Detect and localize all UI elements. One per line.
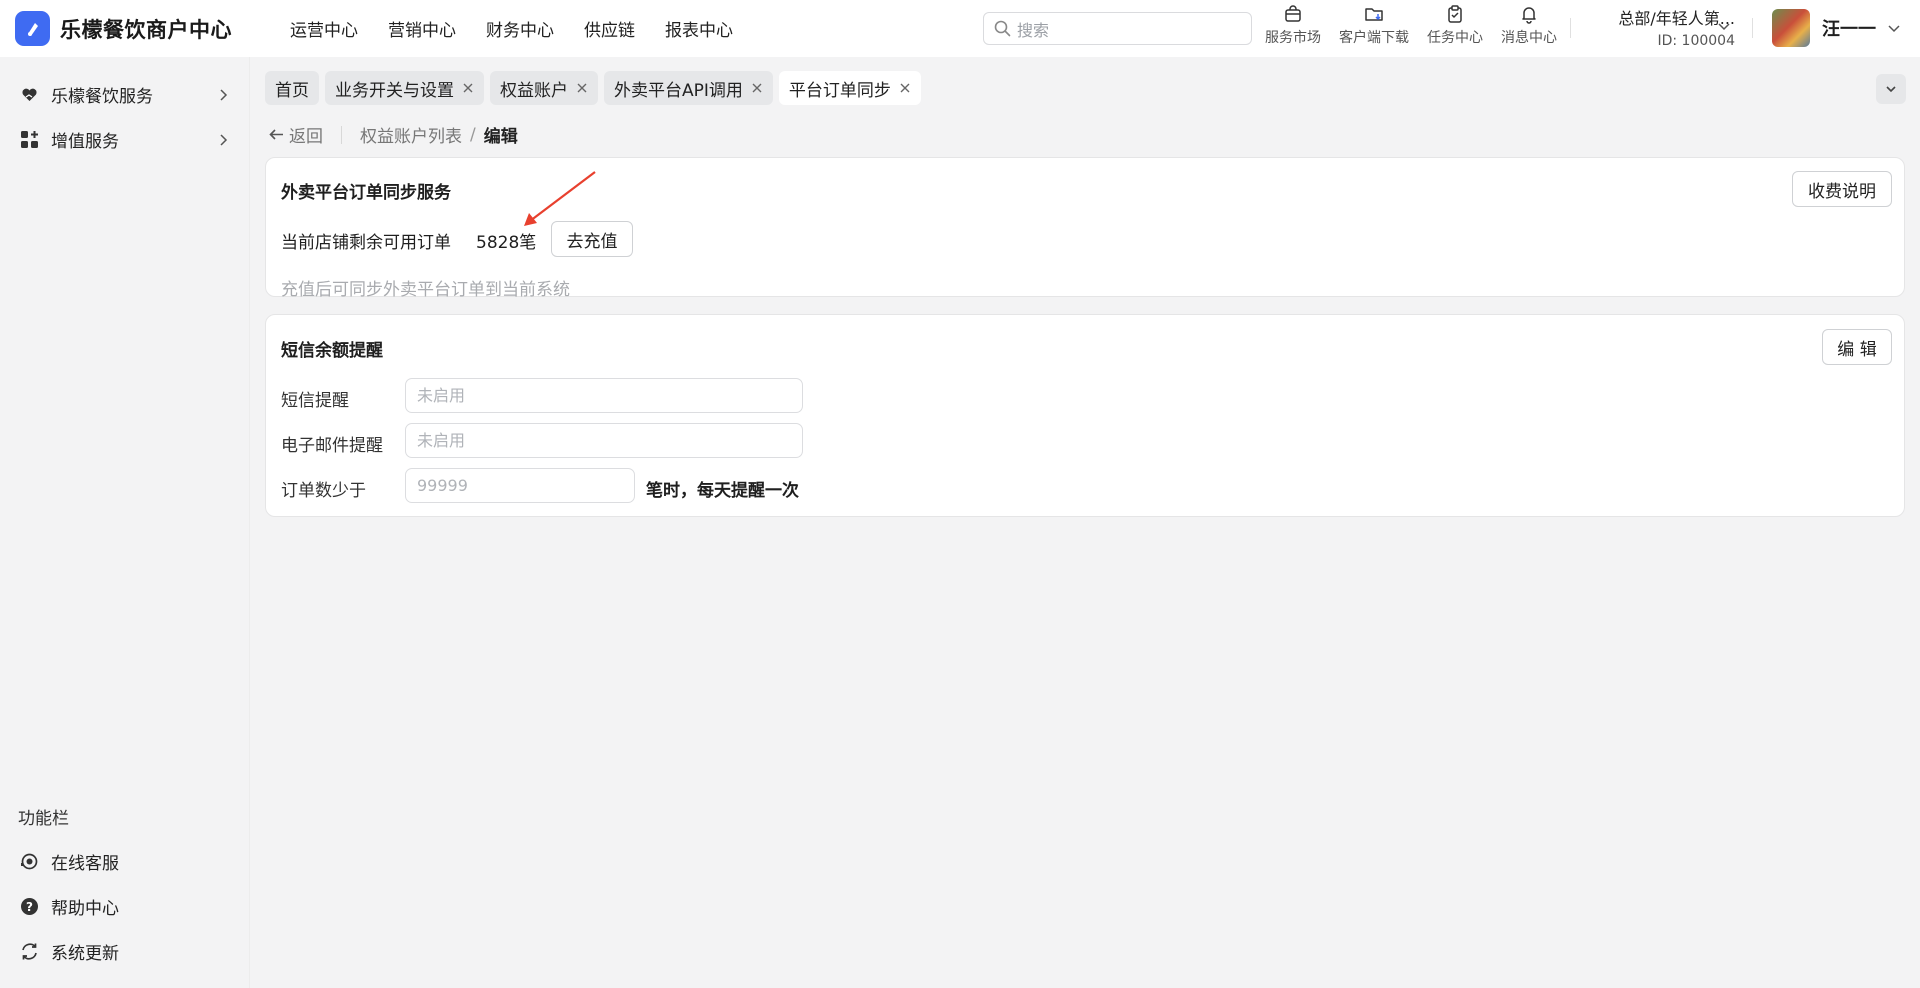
order-sync-card: 外卖平台订单同步服务 收费说明 当前店铺剩余可用订单 5828笔 去充值 充值后… xyxy=(265,157,1905,300)
top-nav-marketing[interactable]: 营销中心 xyxy=(388,16,456,41)
order-sync-hint: 充值后可同步外卖平台订单到当前系统 xyxy=(281,280,570,300)
sidebar-item-system-update[interactable]: 系统更新 xyxy=(20,939,230,964)
tool-label: 任务中心 xyxy=(1427,30,1483,46)
brand[interactable]: 乐檬餐饮商户中心 xyxy=(15,11,255,46)
order-sync-title: 外卖平台订单同步服务 xyxy=(281,183,451,203)
chevron-right-icon xyxy=(220,88,228,101)
remaining-orders-value: 5828笔 xyxy=(476,233,537,253)
refresh-icon xyxy=(22,943,37,960)
sidebar-item-label: 在线客服 xyxy=(51,854,119,874)
chevron-right-icon xyxy=(220,133,228,146)
heart-hand-icon xyxy=(22,88,37,101)
breadcrumb-divider xyxy=(341,125,342,144)
breadcrumb-parent[interactable]: 权益账户列表 xyxy=(360,122,462,147)
top-divider xyxy=(1752,18,1753,38)
sidebar-item-value-added[interactable]: 增值服务 xyxy=(20,127,230,152)
sidebar-item-online-support[interactable]: 在线客服 xyxy=(20,849,230,874)
sms-alert-card: 短信余额提醒 编 辑 短信提醒 电子邮件提醒 订单数少于 笔时，每天提醒一次 xyxy=(265,314,1905,517)
email-reminder-label: 电子邮件提醒 xyxy=(281,436,383,456)
chevron-down-icon[interactable] xyxy=(1716,18,1732,34)
top-nav: 运营中心 营销中心 财务中心 供应链 报表中心 xyxy=(290,16,763,41)
tab-home[interactable]: 首页 xyxy=(265,71,319,105)
sidebar-item-catering-service[interactable]: 乐檬餐饮服务 xyxy=(20,82,230,107)
tool-label: 服务市场 xyxy=(1265,30,1321,46)
sidebar-item-label: 增值服务 xyxy=(51,132,119,152)
order-threshold-suffix: 笔时，每天提醒一次 xyxy=(646,481,799,501)
tab-benefit-account[interactable]: 权益账户 xyxy=(490,71,598,105)
user-name: 汪一一 xyxy=(1822,19,1876,40)
page-tabs: 首页 业务开关与设置 权益账户 外卖平台API调用 平台订单同步 xyxy=(265,71,927,105)
search-box[interactable]: 搜索 xyxy=(983,12,1252,45)
tool-message-center[interactable]: 消息中心 xyxy=(1492,4,1566,47)
tab-label: 平台订单同步 xyxy=(788,80,891,101)
back-label: 返回 xyxy=(289,127,323,147)
clipboard-check-icon xyxy=(1448,5,1462,23)
chevron-down-icon xyxy=(1888,25,1900,33)
back-link[interactable]: 返回 xyxy=(268,122,323,147)
sidebar: 乐檬餐饮服务 增值服务 功能栏 在线客服 ? 帮助中心 系统更新 xyxy=(0,57,250,988)
sms-reminder-label: 短信提醒 xyxy=(281,391,349,411)
tab-business-settings[interactable]: 业务开关与设置 xyxy=(325,71,484,105)
close-icon[interactable] xyxy=(462,82,474,94)
tab-label: 首页 xyxy=(275,80,309,101)
order-threshold-label: 订单数少于 xyxy=(281,481,366,501)
top-nav-reports[interactable]: 报表中心 xyxy=(665,16,733,41)
breadcrumb-current: 编辑 xyxy=(483,127,518,147)
shopping-bag-icon xyxy=(1285,5,1301,22)
tool-task-center[interactable]: 任务中心 xyxy=(1418,4,1492,47)
tool-label: 消息中心 xyxy=(1501,30,1557,46)
sms-reminder-input[interactable] xyxy=(405,378,803,413)
email-reminder-input[interactable] xyxy=(405,423,803,458)
arrow-left-icon xyxy=(269,129,283,140)
sidebar-item-label: 系统更新 xyxy=(51,944,119,964)
bell-icon xyxy=(1522,7,1536,24)
remaining-orders-label: 当前店铺剩余可用订单 xyxy=(281,233,451,253)
tab-delivery-api[interactable]: 外卖平台API调用 xyxy=(604,71,773,105)
sidebar-item-help-center[interactable]: ? 帮助中心 xyxy=(20,894,230,919)
close-icon[interactable] xyxy=(576,82,588,94)
sidebar-item-label: 乐檬餐饮服务 xyxy=(51,87,153,107)
org-id: ID: 100004 xyxy=(1657,33,1735,49)
chevron-down-icon xyxy=(1886,86,1896,93)
top-nav-operations[interactable]: 运营中心 xyxy=(290,16,358,41)
breadcrumb-separator: / xyxy=(470,124,476,145)
search-placeholder: 搜索 xyxy=(1017,20,1050,40)
brand-name: 乐檬餐饮商户中心 xyxy=(60,17,232,42)
order-threshold-input[interactable] xyxy=(405,468,635,503)
user-menu[interactable]: 汪一一 xyxy=(1772,9,1902,47)
sms-alert-title: 短信余额提醒 xyxy=(281,341,383,361)
tabs-collapse-button[interactable] xyxy=(1876,74,1906,104)
avatar xyxy=(1772,9,1810,47)
brand-logo-icon xyxy=(15,11,50,46)
top-tools: 服务市场 客户端下载 任务中心 消息中心 xyxy=(1256,4,1566,47)
close-icon[interactable] xyxy=(899,82,911,94)
annotation-arrow-icon xyxy=(524,171,596,226)
sidebar-item-label: 帮助中心 xyxy=(51,899,119,919)
help-circle-icon: ? xyxy=(21,898,38,915)
org-name: 总部/年轻人第... xyxy=(1618,9,1735,28)
close-icon[interactable] xyxy=(751,82,763,94)
top-divider xyxy=(1570,18,1571,38)
tool-service-market[interactable]: 服务市场 xyxy=(1256,4,1330,47)
svg-text:?: ? xyxy=(26,900,33,914)
sidebar-section-title: 功能栏 xyxy=(18,809,69,829)
top-nav-finance[interactable]: 财务中心 xyxy=(486,16,554,41)
search-icon xyxy=(994,20,1011,37)
fee-description-button[interactable]: 收费说明 xyxy=(1792,171,1892,207)
tab-label: 外卖平台API调用 xyxy=(614,80,743,101)
folder-download-icon xyxy=(1365,8,1383,21)
org-switcher[interactable]: 总部/年轻人第... ID: 100004 xyxy=(1585,5,1735,49)
tool-client-download[interactable]: 客户端下载 xyxy=(1330,4,1418,47)
breadcrumb: 返回 权益账户列表 / 编辑 xyxy=(268,122,518,147)
tool-label: 客户端下载 xyxy=(1339,30,1409,46)
headset-icon xyxy=(21,853,38,870)
tab-label: 业务开关与设置 xyxy=(335,80,454,101)
top-nav-supply-chain[interactable]: 供应链 xyxy=(584,16,635,41)
tab-label: 权益账户 xyxy=(500,80,568,101)
apps-icon xyxy=(21,131,38,148)
edit-button[interactable]: 编 辑 xyxy=(1822,329,1892,365)
tab-order-sync[interactable]: 平台订单同步 xyxy=(778,71,921,105)
